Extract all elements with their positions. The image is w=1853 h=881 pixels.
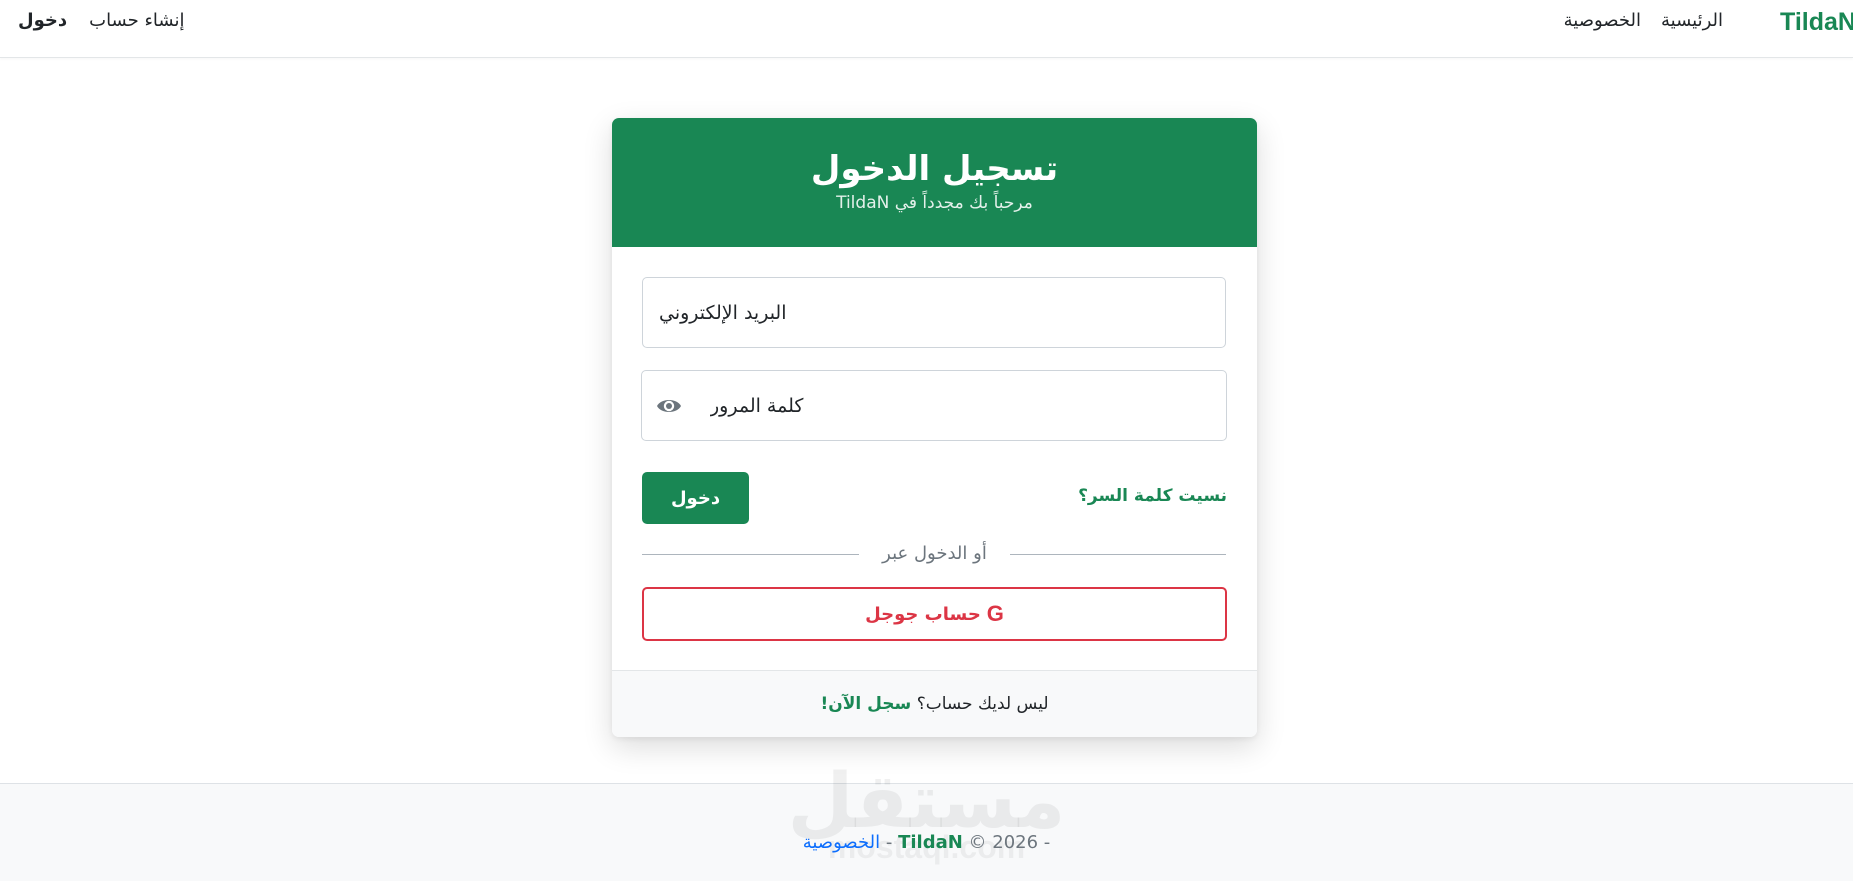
- navbar-brand[interactable]: TildaN: [1780, 8, 1853, 37]
- footer-separator: -: [885, 832, 893, 853]
- password-field-wrapper: [641, 370, 1227, 441]
- login-card-footer: ليس لديك حساب؟ سجل الآن!: [612, 670, 1257, 737]
- navbar: TildaN الرئيسية الخصوصية إنشاء حساب دخول: [0, 0, 1853, 58]
- divider-text: أو الدخول عبر: [882, 543, 987, 564]
- no-account-text: ليس لديك حساب؟: [916, 694, 1049, 714]
- footer-copyright-line: الخصوصية - TildaN © 2026 -: [0, 832, 1853, 853]
- email-input[interactable]: [643, 278, 1225, 347]
- nav-link-register[interactable]: إنشاء حساب: [89, 10, 184, 31]
- password-input[interactable]: [642, 371, 1226, 440]
- forgot-password-link[interactable]: نسيت كلمة السر؟: [1078, 486, 1227, 506]
- footer-privacy-link[interactable]: الخصوصية: [803, 832, 880, 853]
- nav-link-privacy[interactable]: الخصوصية: [1564, 10, 1641, 31]
- navbar-auth-links: إنشاء حساب دخول: [18, 10, 184, 31]
- footer-brand[interactable]: TildaN: [898, 832, 963, 853]
- login-subtitle: مرحباً بك مجدداً في TildaN: [836, 193, 1033, 213]
- footer-copyright: © 2026 -: [968, 832, 1051, 853]
- email-field-wrapper: [642, 277, 1226, 348]
- divider-line-right: [1010, 554, 1226, 555]
- divider-line-left: [642, 554, 859, 555]
- google-icon: G: [986, 601, 1004, 626]
- login-button[interactable]: دخول: [642, 472, 749, 524]
- login-card-header: تسجيل الدخول مرحباً بك مجدداً في TildaN: [612, 118, 1257, 247]
- login-card: تسجيل الدخول مرحباً بك مجدداً في TildaN …: [612, 118, 1257, 737]
- nav-link-login[interactable]: دخول: [18, 10, 67, 31]
- signup-link[interactable]: سجل الآن!: [820, 694, 911, 714]
- nav-link-home[interactable]: الرئيسية: [1661, 10, 1723, 31]
- login-title: تسجيل الدخول: [810, 149, 1059, 189]
- navbar-main-links: الرئيسية الخصوصية: [1564, 10, 1723, 31]
- eye-icon[interactable]: [656, 393, 682, 419]
- google-login-label: حساب جوجل: [865, 603, 981, 625]
- page-footer: مستقل mostaql.com الخصوصية - TildaN © 20…: [0, 756, 1853, 881]
- google-login-button[interactable]: G حساب جوجل: [642, 587, 1227, 641]
